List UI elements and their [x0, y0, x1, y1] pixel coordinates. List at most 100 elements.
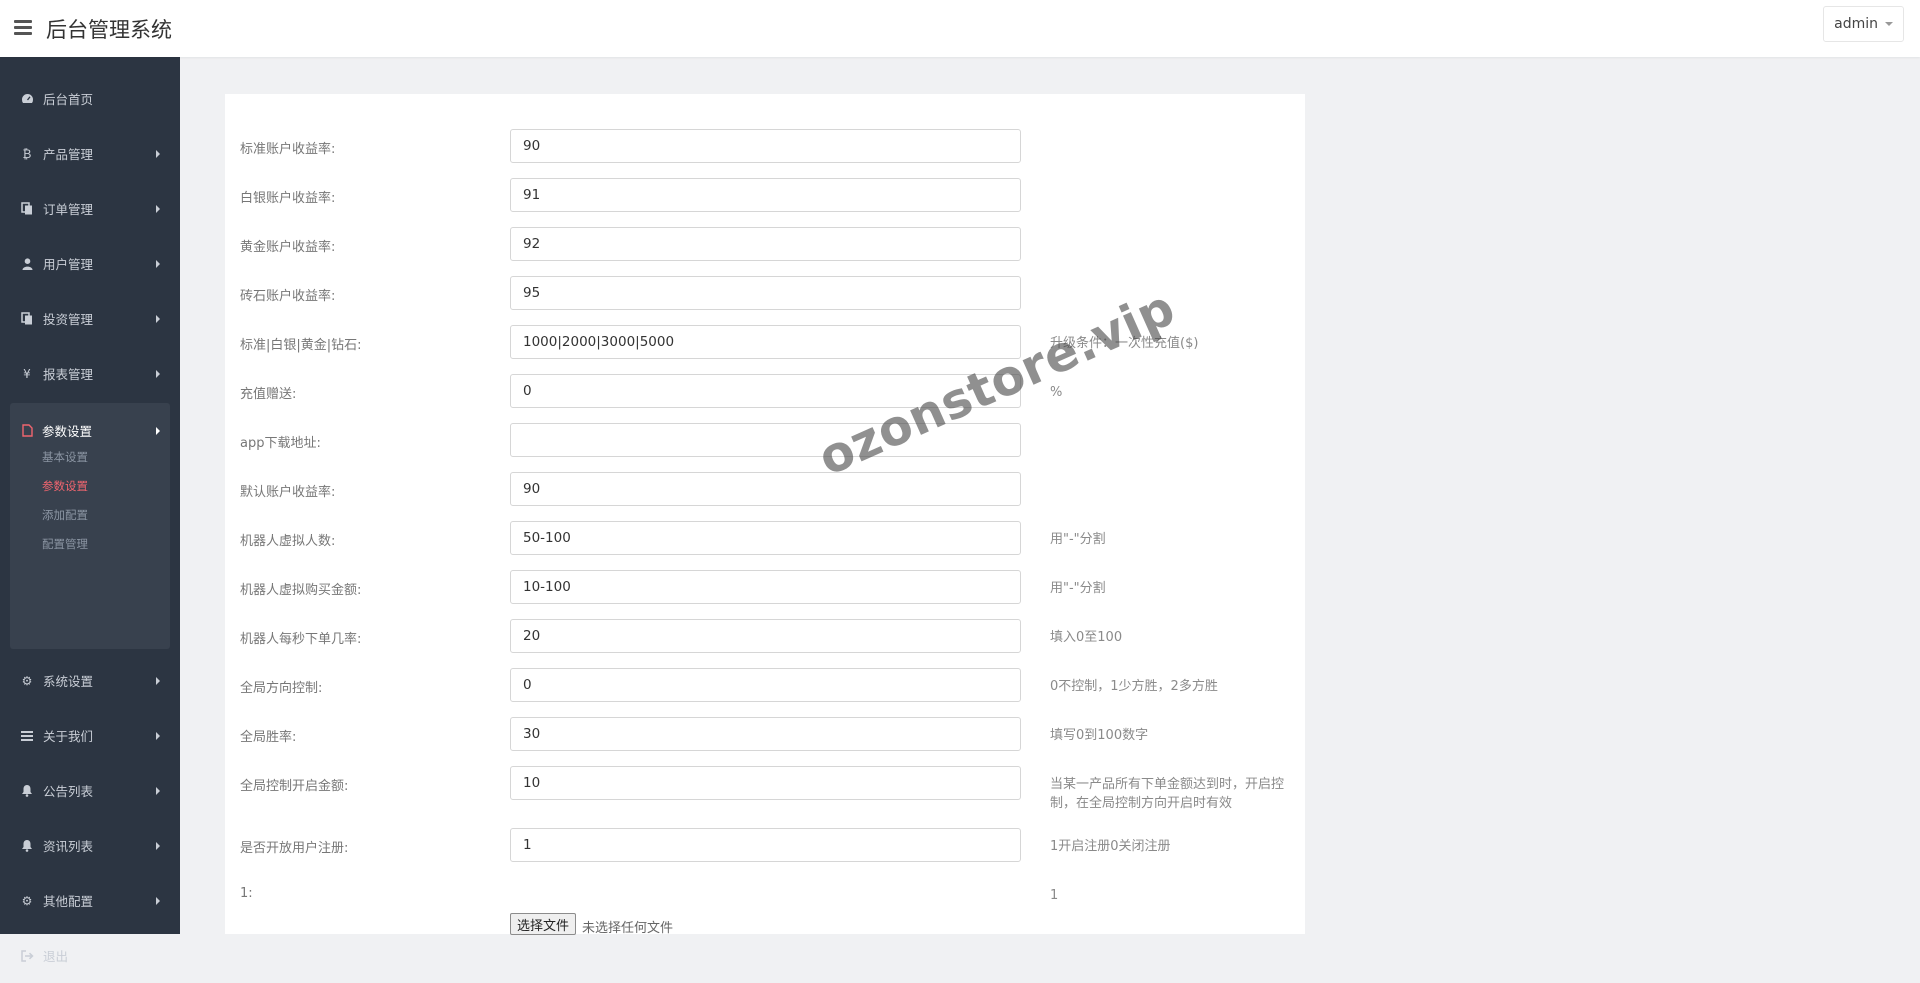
sidebar-item-news[interactable]: 资讯列表 — [0, 818, 180, 873]
sidebar-item-about[interactable]: 关于我们 — [0, 708, 180, 763]
bitcoin-icon: ₿ — [22, 146, 32, 161]
chevron-right-icon — [156, 897, 160, 905]
form-row: 全局控制开启金额: 当某一产品所有下单金额达到时，开启控制，在全局控制方向开启时… — [225, 766, 1305, 811]
field-help: % — [1050, 385, 1063, 400]
sidebar-item-dashboard[interactable]: 后台首页 — [0, 71, 180, 126]
global-win-rate-input[interactable] — [510, 717, 1021, 751]
chevron-right-icon — [156, 260, 160, 268]
form-row: 标准|白银|黄金|钻石: 升级条件：一次性充值($) — [225, 325, 1305, 359]
field-help: 当某一产品所有下单金额达到时，开启控制，在全局控制方向开启时有效 — [1050, 777, 1285, 811]
bell-icon — [20, 839, 34, 852]
recharge-bonus-input[interactable] — [510, 374, 1021, 408]
standard-rate-input[interactable] — [510, 129, 1021, 163]
dashboard-icon — [20, 93, 34, 104]
chevron-right-icon — [156, 370, 160, 378]
global-control-amount-input[interactable] — [510, 766, 1021, 800]
sidebar-subitem-add-config[interactable]: 添加配置 — [42, 507, 88, 523]
diamond-rate-input[interactable] — [510, 276, 1021, 310]
form-row: 默认账户收益率: — [225, 472, 1305, 506]
user-name: admin — [1834, 16, 1878, 32]
chevron-right-icon — [156, 787, 160, 795]
form-row: 黄金账户收益率: — [225, 227, 1305, 261]
settings-form-panel: 标准账户收益率: 白银账户收益率: 黄金账户收益率: 砖石账户收益率: 标准|白… — [225, 94, 1305, 936]
field-label: 机器人虚拟购买金额: — [240, 583, 362, 598]
field-label: 黄金账户收益率: — [240, 240, 336, 255]
gear-icon: ⚙ — [21, 893, 33, 908]
sidebar-item-users[interactable]: 用户管理 — [0, 236, 180, 291]
file-icon — [20, 424, 34, 437]
copy-icon — [20, 312, 34, 325]
list-icon — [20, 730, 34, 741]
form-row: 机器人虚拟购买金额: 用"-"分割 — [225, 570, 1305, 604]
field-label: 默认账户收益率: — [240, 485, 336, 500]
sidebar-item-params[interactable]: 参数设置 — [10, 403, 170, 458]
top-header: 后台管理系统 admin — [0, 0, 1920, 57]
silver-rate-input[interactable] — [510, 178, 1021, 212]
tier-thresholds-input[interactable] — [510, 325, 1021, 359]
field-label: 标准|白银|黄金|钻石: — [240, 338, 362, 353]
sidebar-subitem-config-manage[interactable]: 配置管理 — [42, 536, 88, 552]
field-label: 是否开放用户注册: — [240, 841, 349, 856]
form-row: 机器人每秒下单几率: 填入0至100 — [225, 619, 1305, 653]
user-dropdown[interactable]: admin — [1823, 6, 1904, 42]
form-row: 砖石账户收益率: — [225, 276, 1305, 310]
app-title: 后台管理系统 — [46, 18, 172, 42]
chevron-right-icon — [156, 842, 160, 850]
field-label: 全局控制开启金额: — [240, 779, 349, 794]
sidebar-item-products[interactable]: ₿ 产品管理 — [0, 126, 180, 181]
cogs-icon: ⚙ — [21, 673, 33, 688]
field-label: 标准账户收益率: — [240, 142, 336, 157]
field-help: 0不控制，1少方胜，2多方胜 — [1050, 679, 1218, 694]
field-help: 填入0至100 — [1050, 630, 1123, 645]
form-row: 全局胜率: 填写0到100数字 — [225, 717, 1305, 751]
field-label: 白银账户收益率: — [240, 191, 336, 206]
sidebar-item-other-config[interactable]: ⚙ 其他配置 — [0, 873, 180, 928]
copy-icon — [20, 202, 34, 215]
field-label: 全局方向控制: — [240, 681, 323, 696]
field-help: 升级条件：一次性充值($) — [1050, 336, 1199, 351]
sidebar-item-announcements[interactable]: 公告列表 — [0, 763, 180, 818]
yen-icon: ¥ — [23, 366, 31, 381]
sign-out-icon — [20, 949, 34, 962]
open-registration-input[interactable] — [510, 828, 1021, 862]
caret-down-icon — [1885, 22, 1893, 26]
field-label: 充值赠送: — [240, 387, 297, 402]
chevron-right-icon — [156, 205, 160, 213]
sidebar: 后台首页 ₿ 产品管理 订单管理 用户管理 投资管理 ¥ 报表管理 参数设置 基… — [0, 57, 180, 964]
field-label: 1: — [240, 886, 253, 901]
choose-file-button[interactable]: 选择文件 — [510, 913, 577, 935]
sidebar-subitem-basic[interactable]: 基本设置 — [42, 449, 88, 465]
field-label: app下载地址: — [240, 436, 321, 451]
sidebar-item-investments[interactable]: 投资管理 — [0, 291, 180, 346]
chevron-right-icon — [156, 732, 160, 740]
robot-order-rate-input[interactable] — [510, 619, 1021, 653]
field-label: 机器人每秒下单几率: — [240, 632, 362, 647]
field-label: 全局胜率: — [240, 730, 297, 745]
field-label: 机器人虚拟人数: — [240, 534, 336, 549]
robot-amount-input[interactable] — [510, 570, 1021, 604]
field-label: 砖石账户收益率: — [240, 289, 336, 304]
chevron-right-icon — [156, 427, 160, 435]
robot-count-input[interactable] — [510, 521, 1021, 555]
form-row: 充值赠送: % — [225, 374, 1305, 408]
menu-toggle-icon[interactable] — [14, 20, 32, 35]
form-row: 1: 1 — [225, 877, 1305, 911]
app-download-url-input[interactable] — [510, 423, 1021, 457]
gold-rate-input[interactable] — [510, 227, 1021, 261]
sidebar-subitem-params[interactable]: 参数设置 — [42, 478, 88, 494]
sidebar-item-logout[interactable]: 退出 — [0, 928, 180, 983]
sidebar-item-reports[interactable]: ¥ 报表管理 — [0, 346, 180, 401]
form-row: app下载地址: — [225, 423, 1305, 457]
chevron-right-icon — [156, 315, 160, 323]
sidebar-item-system[interactable]: ⚙ 系统设置 — [0, 653, 180, 708]
form-row: 是否开放用户注册: 1开启注册0关闭注册 — [225, 828, 1305, 862]
field-help: 用"-"分割 — [1050, 532, 1106, 547]
chevron-right-icon — [156, 677, 160, 685]
chevron-right-icon — [156, 150, 160, 158]
default-rate-input[interactable] — [510, 472, 1021, 506]
global-direction-input[interactable] — [510, 668, 1021, 702]
field-help: 1 — [1050, 888, 1059, 903]
field-help: 1开启注册0关闭注册 — [1050, 839, 1171, 854]
file-status: 未选择任何文件 — [582, 921, 674, 936]
sidebar-item-orders[interactable]: 订单管理 — [0, 181, 180, 236]
